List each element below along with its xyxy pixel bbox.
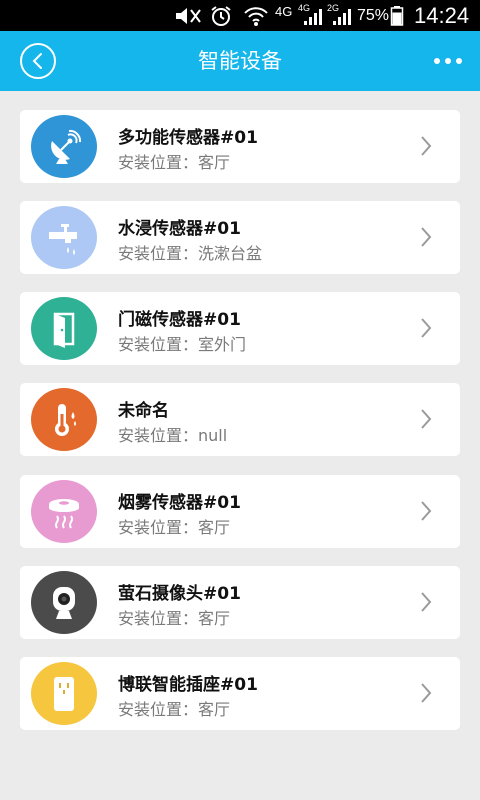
device-name: 水浸传感器#01 (118, 219, 241, 239)
more-horizontal-icon (434, 58, 440, 64)
device-card[interactable]: 未命名 安装位置：null (20, 383, 460, 456)
alarm-icon (209, 0, 233, 31)
page-title: 智能设备 (198, 49, 282, 73)
device-location: 安装位置：洗漱台盆 (118, 244, 263, 263)
battery-icon (390, 0, 404, 31)
device-location: 安装位置：客厅 (118, 518, 231, 537)
mute-icon (173, 0, 203, 31)
chevron-right-icon (421, 409, 432, 429)
device-name: 博联智能插座#01 (118, 675, 258, 695)
device-name: 未命名 (118, 401, 169, 421)
chevron-right-icon (421, 592, 432, 612)
more-button[interactable] (434, 58, 462, 64)
device-name: 多功能传感器#01 (118, 128, 258, 148)
thermometer-icon (55, 403, 76, 436)
smoke-detector-icon (49, 498, 79, 529)
device-name: 门磁传感器#01 (118, 310, 241, 330)
device-icon-circle (31, 388, 97, 451)
sim1-tech-label: 4G (298, 3, 311, 13)
device-card[interactable]: 门磁传感器#01 安装位置：室外门 (20, 292, 460, 365)
chevron-right-icon (421, 318, 432, 338)
chevron-right-icon (421, 227, 432, 247)
device-icon-circle (31, 571, 97, 634)
device-icon-circle (31, 115, 97, 178)
chevron-right-icon (421, 136, 432, 156)
device-location: 安装位置：客厅 (118, 700, 231, 719)
device-icon-circle (31, 206, 97, 269)
device-icon-circle (31, 297, 97, 360)
chevron-right-icon (421, 501, 432, 521)
sim2-tech-label: 2G (327, 3, 340, 13)
door-icon (53, 312, 75, 348)
smart-plug-icon (54, 676, 74, 711)
wifi-icon (243, 0, 269, 31)
faucet-icon (49, 223, 77, 255)
device-name: 萤石摄像头#01 (118, 584, 241, 604)
more-dot (456, 58, 462, 64)
device-location: 安装位置：客厅 (118, 609, 231, 628)
status-bar: 4G 4G 2G 75% 14:24 (0, 0, 480, 31)
device-name: 烟雾传感器#01 (118, 493, 241, 513)
device-location: 安装位置：室外门 (118, 335, 247, 354)
sim2-signal-icon: 2G (327, 0, 355, 31)
device-card[interactable]: 水浸传感器#01 安装位置：洗漱台盆 (20, 201, 460, 274)
device-icon-circle (31, 480, 97, 543)
device-card[interactable]: 萤石摄像头#01 安装位置：客厅 (20, 566, 460, 639)
device-location: 安装位置：null (118, 426, 228, 445)
satellite-dish-icon (51, 129, 82, 164)
more-dot (445, 58, 451, 64)
device-card[interactable]: 烟雾传感器#01 安装位置：客厅 (20, 475, 460, 548)
clock: 14:24 (414, 2, 470, 28)
device-location: 安装位置：客厅 (118, 153, 231, 172)
camera-icon (53, 586, 75, 619)
device-card[interactable]: 多功能传感器#01 安装位置：客厅 (20, 110, 460, 183)
battery-percent: 75% (357, 6, 390, 24)
chevron-right-icon (421, 683, 432, 703)
top-app-bar: 智能设备 (0, 31, 480, 91)
sim1-signal-icon: 4G (298, 0, 326, 31)
device-icon-circle (31, 662, 97, 725)
device-card[interactable]: 博联智能插座#01 安装位置：客厅 (20, 657, 460, 730)
network-type-label: 4G (275, 4, 293, 19)
